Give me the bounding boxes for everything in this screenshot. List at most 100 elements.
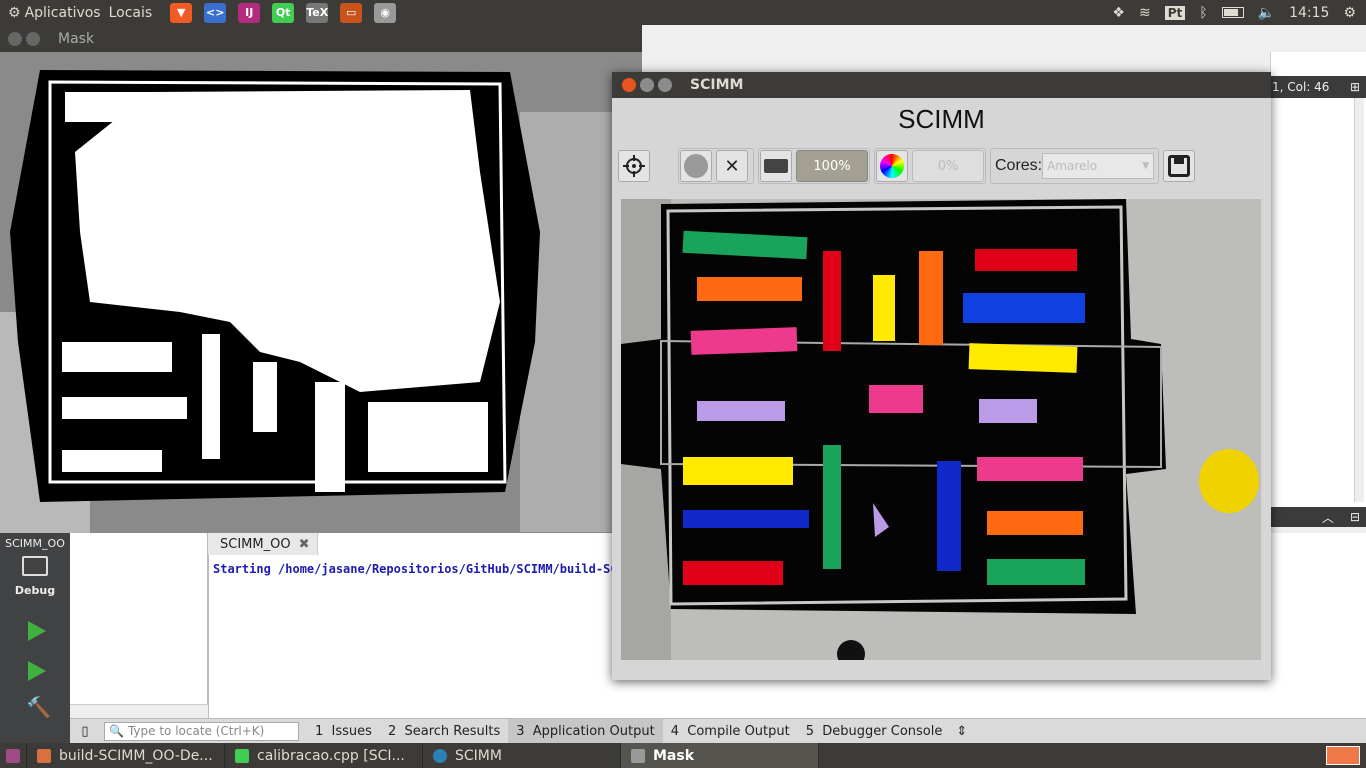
places-label: Locais bbox=[108, 4, 153, 21]
close-icon[interactable] bbox=[622, 78, 636, 92]
locate-input[interactable]: 🔍 Type to locate (Ctrl+K) bbox=[104, 721, 299, 741]
tools-button[interactable]: ✕ bbox=[716, 150, 748, 182]
taskbar-item-scimm[interactable]: SCIMM bbox=[423, 743, 621, 768]
taskbar-item-build[interactable]: build-SCIMM_OO-De... bbox=[27, 743, 225, 768]
intellij-icon[interactable]: IJ bbox=[238, 2, 261, 23]
show-desktop-icon bbox=[6, 748, 20, 763]
calibrate-button[interactable] bbox=[760, 150, 792, 182]
mask-window[interactable]: Mask bbox=[0, 25, 642, 533]
crosshair-button[interactable] bbox=[618, 150, 650, 182]
tab-application-output-label: Application Output bbox=[532, 723, 655, 739]
color-wheel-button[interactable] bbox=[876, 150, 908, 182]
ticket-icon bbox=[764, 159, 788, 173]
clock[interactable]: 14:15 bbox=[1289, 5, 1329, 21]
chevron-down-icon: ▼ bbox=[1142, 161, 1150, 171]
taskbar-item-calibracao-label: calibracao.cpp [SCI... bbox=[257, 747, 405, 764]
color-wheel-icon bbox=[880, 154, 904, 178]
tab-compile-output[interactable]: 4 Compile Output bbox=[663, 719, 798, 744]
editor-scrollbar[interactable] bbox=[1354, 82, 1364, 502]
save-button[interactable] bbox=[1163, 150, 1196, 182]
run-icon[interactable] bbox=[28, 621, 46, 641]
build-hammer-icon[interactable]: 🔨 bbox=[26, 695, 70, 719]
mask-title: Mask bbox=[58, 30, 95, 47]
battery-icon[interactable] bbox=[1221, 7, 1244, 18]
split-icon[interactable]: ⊞ bbox=[1350, 80, 1360, 94]
search-icon: 🔍 bbox=[109, 724, 124, 738]
tab-compile-output-label: Compile Output bbox=[687, 723, 790, 739]
code-editor-icon[interactable]: <> bbox=[204, 2, 227, 23]
record-button[interactable] bbox=[680, 150, 712, 182]
tab-application-output[interactable]: 3 Application Output bbox=[508, 718, 663, 744]
save-icon bbox=[1168, 155, 1191, 177]
calibration-group: 100% bbox=[758, 148, 870, 184]
maximize-icon[interactable] bbox=[658, 78, 672, 92]
close-icon[interactable] bbox=[8, 31, 22, 46]
toggle-sidebar-icon[interactable]: ▯ bbox=[70, 724, 100, 739]
tab-debugger-console[interactable]: 5 Debugger Console bbox=[798, 719, 951, 744]
editor-area[interactable] bbox=[1270, 52, 1366, 507]
debug-run-icon[interactable] bbox=[28, 661, 46, 681]
camera-view[interactable] bbox=[621, 199, 1261, 660]
project-pane[interactable] bbox=[70, 533, 208, 718]
qt-creator-icon bbox=[235, 748, 249, 763]
scimm-title: SCIMM bbox=[690, 77, 744, 93]
tools-icon: ✕ bbox=[724, 155, 740, 177]
maximize-pane-icon[interactable]: ⊟ bbox=[1350, 510, 1360, 524]
tab-application-output-num: 3 bbox=[516, 723, 525, 739]
applications-label: Aplicativos bbox=[24, 4, 101, 21]
output-tab[interactable]: SCIMM_OO ✖ bbox=[208, 533, 318, 555]
ubuntu-logo-icon: ⚙ bbox=[8, 4, 21, 21]
project-scrollbar[interactable] bbox=[70, 704, 208, 718]
build-mode-label[interactable]: Debug bbox=[0, 576, 70, 597]
output-pane-header: ︿ ⊟ bbox=[1270, 507, 1366, 527]
more-tabs-icon[interactable]: ⇕ bbox=[956, 724, 967, 739]
calibration-progress: 100% bbox=[796, 150, 868, 182]
tab-search-results-label: Search Results bbox=[404, 723, 501, 739]
cores-selected-value: Amarelo bbox=[1047, 159, 1098, 173]
minimize-icon[interactable] bbox=[640, 78, 654, 92]
tab-search-results[interactable]: 2 Search Results bbox=[380, 719, 508, 744]
chevron-up-icon[interactable]: ︿ bbox=[1322, 509, 1334, 526]
file-manager-icon[interactable]: ▭ bbox=[340, 2, 363, 23]
tex-icon[interactable]: TeX bbox=[306, 2, 329, 23]
line-col-indicator: 1, Col: 46 ⊞ bbox=[1268, 76, 1366, 98]
cores-select[interactable]: Amarelo ▼ bbox=[1042, 153, 1155, 179]
cores-group: Cores: Amarelo ▼ bbox=[990, 148, 1160, 184]
workspace-switcher[interactable] bbox=[1326, 746, 1360, 765]
scimm-window[interactable]: SCIMM SCIMM ✕ 100% 0% Cores: Amarelo ▼ bbox=[612, 72, 1271, 680]
settings-gear-icon[interactable]: ⚙ bbox=[1343, 5, 1356, 21]
brave-icon[interactable]: ▼ bbox=[170, 2, 193, 23]
volume-icon[interactable]: 🔈 bbox=[1258, 5, 1275, 21]
color-progress: 0% bbox=[912, 150, 984, 182]
scimm-heading: SCIMM bbox=[898, 104, 985, 134]
keyboard-layout[interactable]: Pt bbox=[1164, 5, 1186, 20]
monitor-icon[interactable] bbox=[22, 556, 48, 576]
minimize-icon[interactable] bbox=[26, 31, 40, 46]
color-group: 0% bbox=[874, 148, 986, 184]
scimm-titlebar[interactable]: SCIMM bbox=[612, 72, 1271, 98]
close-icon[interactable]: ✖ bbox=[299, 537, 310, 552]
applications-menu[interactable]: ⚙ Aplicativos bbox=[0, 5, 105, 21]
mask-titlebar[interactable]: Mask bbox=[0, 25, 642, 52]
show-desktop-button[interactable] bbox=[0, 743, 27, 768]
qt-creator-icon[interactable]: Qt bbox=[272, 2, 295, 23]
taskbar-item-mask[interactable]: Mask bbox=[621, 743, 819, 768]
dropbox-icon[interactable]: ❖ bbox=[1112, 5, 1125, 21]
capture-group: ✕ bbox=[678, 148, 754, 184]
camera-image bbox=[621, 199, 1261, 660]
tab-issues[interactable]: 1 Issues bbox=[307, 719, 380, 744]
locate-placeholder: Type to locate (Ctrl+K) bbox=[127, 724, 265, 738]
line-col-label: 1, Col: 46 bbox=[1272, 80, 1330, 94]
screenshot-icon[interactable]: ◉ bbox=[374, 2, 397, 23]
output-pane-bar: ▯ 🔍 Type to locate (Ctrl+K) 1 Issues 2 S… bbox=[70, 718, 1366, 744]
top-panel: ⚙ Aplicativos Locais ▼ <> IJ Qt TeX ▭ ◉ … bbox=[0, 0, 1366, 25]
tab-issues-label: Issues bbox=[331, 723, 372, 739]
bluetooth-icon[interactable]: ᛒ bbox=[1199, 5, 1207, 21]
tab-compile-output-num: 4 bbox=[670, 723, 679, 739]
tab-search-results-num: 2 bbox=[387, 723, 397, 739]
wifi-icon[interactable]: ≋ bbox=[1139, 5, 1151, 21]
window-icon bbox=[631, 748, 645, 763]
taskbar-item-calibracao[interactable]: calibracao.cpp [SCI... bbox=[225, 743, 423, 768]
places-menu[interactable]: Locais bbox=[105, 5, 157, 21]
project-label: SCIMM_OO bbox=[5, 537, 65, 550]
